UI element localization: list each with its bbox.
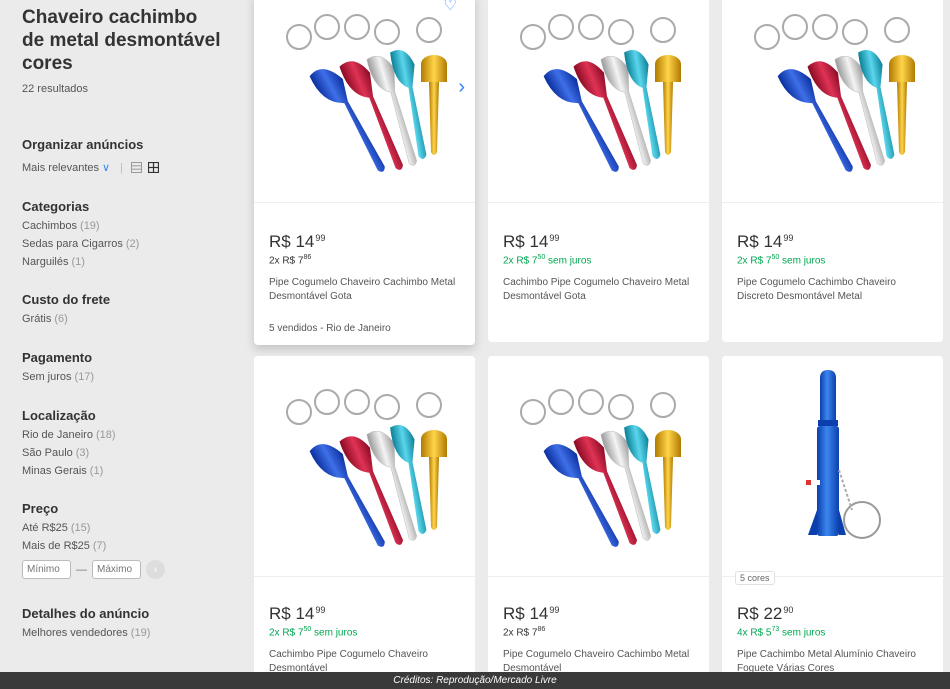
grid-view-icon[interactable] bbox=[147, 162, 159, 173]
sort-section: Organizar anúncios Mais relevantes ∨ | bbox=[22, 137, 250, 174]
payment-section: Pagamento Sem juros (17) bbox=[22, 350, 250, 383]
product-price: R$ 1499 bbox=[737, 232, 794, 251]
chevron-down-icon[interactable]: ∨ bbox=[102, 161, 110, 174]
categories-heading: Categorias bbox=[22, 199, 90, 214]
pipe-keychain-image bbox=[754, 14, 916, 183]
payment-heading: Pagamento bbox=[22, 350, 93, 365]
product-price: R$ 1499 bbox=[269, 232, 326, 251]
installments: 4x R$ 573 sem juros bbox=[737, 626, 826, 639]
product-image[interactable] bbox=[722, 0, 943, 203]
filter-item-sao-paulo[interactable]: São Paulo (3) bbox=[22, 447, 250, 459]
product-price: R$ 1499 bbox=[503, 604, 560, 623]
product-title[interactable]: Pipe Cogumelo Chaveiro Cachimbo Metal De… bbox=[269, 276, 463, 304]
divider: | bbox=[120, 161, 123, 174]
installments: 2x R$ 750 sem juros bbox=[269, 626, 358, 639]
rocket-pipe-image bbox=[806, 370, 881, 539]
chevron-right-icon[interactable]: › bbox=[458, 76, 465, 99]
installments: 2x R$ 750 sem juros bbox=[503, 254, 592, 267]
categories-section: Categorias Cachimbos (19) Sedas para Ciga… bbox=[22, 199, 250, 268]
filter-item-cachimbos[interactable]: Cachimbos (19) bbox=[22, 220, 250, 232]
pipe-keychain-image bbox=[520, 14, 682, 183]
product-card[interactable]: ♡ › R$ 1499 2x R$ 786 Pipe Cogumelo Chav… bbox=[254, 0, 475, 345]
pipe-keychain-image bbox=[286, 389, 448, 558]
details-section: Detalhes do anúncio Melhores vendedores(… bbox=[22, 606, 250, 639]
pipe-keychain-image bbox=[286, 14, 448, 183]
filter-item-gratis[interactable]: Grátis (6) bbox=[22, 313, 250, 325]
filter-item-narguiles[interactable]: Narguilés (1) bbox=[22, 256, 250, 268]
location-heading: Localização bbox=[22, 408, 96, 423]
search-title: Chaveiro cachimbo de metal desmontável c… bbox=[22, 7, 221, 74]
details-heading: Detalhes do anúncio bbox=[22, 606, 150, 621]
installments: 2x R$ 750 sem juros bbox=[737, 254, 826, 267]
max-price-input[interactable] bbox=[92, 560, 141, 579]
product-card[interactable]: R$ 1499 2x R$ 786 Pipe Cogumelo Chaveiro… bbox=[488, 356, 709, 689]
product-card[interactable]: R$ 1499 2x R$ 750 sem juros Cachimbo Pip… bbox=[488, 0, 709, 342]
pipe-keychain-image bbox=[520, 389, 682, 558]
filter-item-minas[interactable]: Minas Gerais (1) bbox=[22, 465, 250, 477]
product-card[interactable]: 5 cores R$ 2290 4x R$ 573 sem juros Pipe… bbox=[722, 356, 943, 689]
product-image[interactable] bbox=[488, 356, 709, 577]
price-heading: Preço bbox=[22, 501, 59, 516]
price-section: Preço Até R$25(15) Mais de R$25(7) — › bbox=[22, 501, 250, 579]
location-section: Localização Rio de Janeiro (18) São Paulo… bbox=[22, 408, 250, 477]
range-dash: — bbox=[76, 563, 87, 576]
installments: 2x R$ 786 bbox=[503, 626, 546, 639]
sold-info: 5 vendidos - Rio de Janeiro bbox=[269, 323, 391, 335]
product-card[interactable]: R$ 1499 2x R$ 750 sem juros Cachimbo Pip… bbox=[254, 356, 475, 689]
product-price: R$ 2290 bbox=[737, 604, 794, 623]
filters-sidebar: Chaveiro cachimbo de metal desmontável c… bbox=[0, 0, 250, 689]
product-price: R$ 1499 bbox=[503, 232, 560, 251]
product-image[interactable]: 5 cores bbox=[722, 356, 943, 585]
installments: 2x R$ 786 bbox=[269, 254, 312, 267]
min-price-input[interactable] bbox=[22, 560, 71, 579]
image-credit: Créditos: Reprodução/Mercado Livre bbox=[0, 672, 950, 689]
sort-heading: Organizar anúncios bbox=[22, 137, 144, 152]
shipping-section: Custo do frete Grátis (6) bbox=[22, 292, 250, 325]
sort-dropdown[interactable]: Mais relevantes bbox=[22, 162, 99, 174]
colors-badge: 5 cores bbox=[735, 571, 775, 585]
filter-item-sedas[interactable]: Sedas para Cigarros (2) bbox=[22, 238, 250, 250]
list-view-icon[interactable] bbox=[130, 162, 142, 173]
heart-icon[interactable]: ♡ bbox=[444, 0, 457, 14]
results-count: 22 resultados bbox=[22, 83, 89, 95]
product-image[interactable]: ♡ › bbox=[254, 0, 475, 203]
apply-price-button[interactable]: › bbox=[146, 560, 165, 579]
product-image[interactable] bbox=[488, 0, 709, 203]
product-title[interactable]: Cachimbo Pipe Cogumelo Chaveiro Metal De… bbox=[503, 276, 697, 304]
filter-item-melhores-vendedores[interactable]: Melhores vendedores (19) bbox=[22, 627, 250, 639]
filter-item-sem-juros[interactable]: Sem juros (17) bbox=[22, 371, 250, 383]
filter-item-mais-25[interactable]: Mais de R$25 (7) bbox=[22, 540, 250, 552]
product-title[interactable]: Pipe Cogumelo Cachimbo Chaveiro Discreto… bbox=[737, 276, 931, 304]
product-card[interactable]: R$ 1499 2x R$ 750 sem juros Pipe Cogumel… bbox=[722, 0, 943, 342]
product-image[interactable] bbox=[254, 356, 475, 577]
filter-item-ate-25[interactable]: Até R$25 (15) bbox=[22, 522, 250, 534]
product-price: R$ 1499 bbox=[269, 604, 326, 623]
shipping-heading: Custo do frete bbox=[22, 292, 111, 307]
filter-item-rio[interactable]: Rio de Janeiro (18) bbox=[22, 429, 250, 441]
